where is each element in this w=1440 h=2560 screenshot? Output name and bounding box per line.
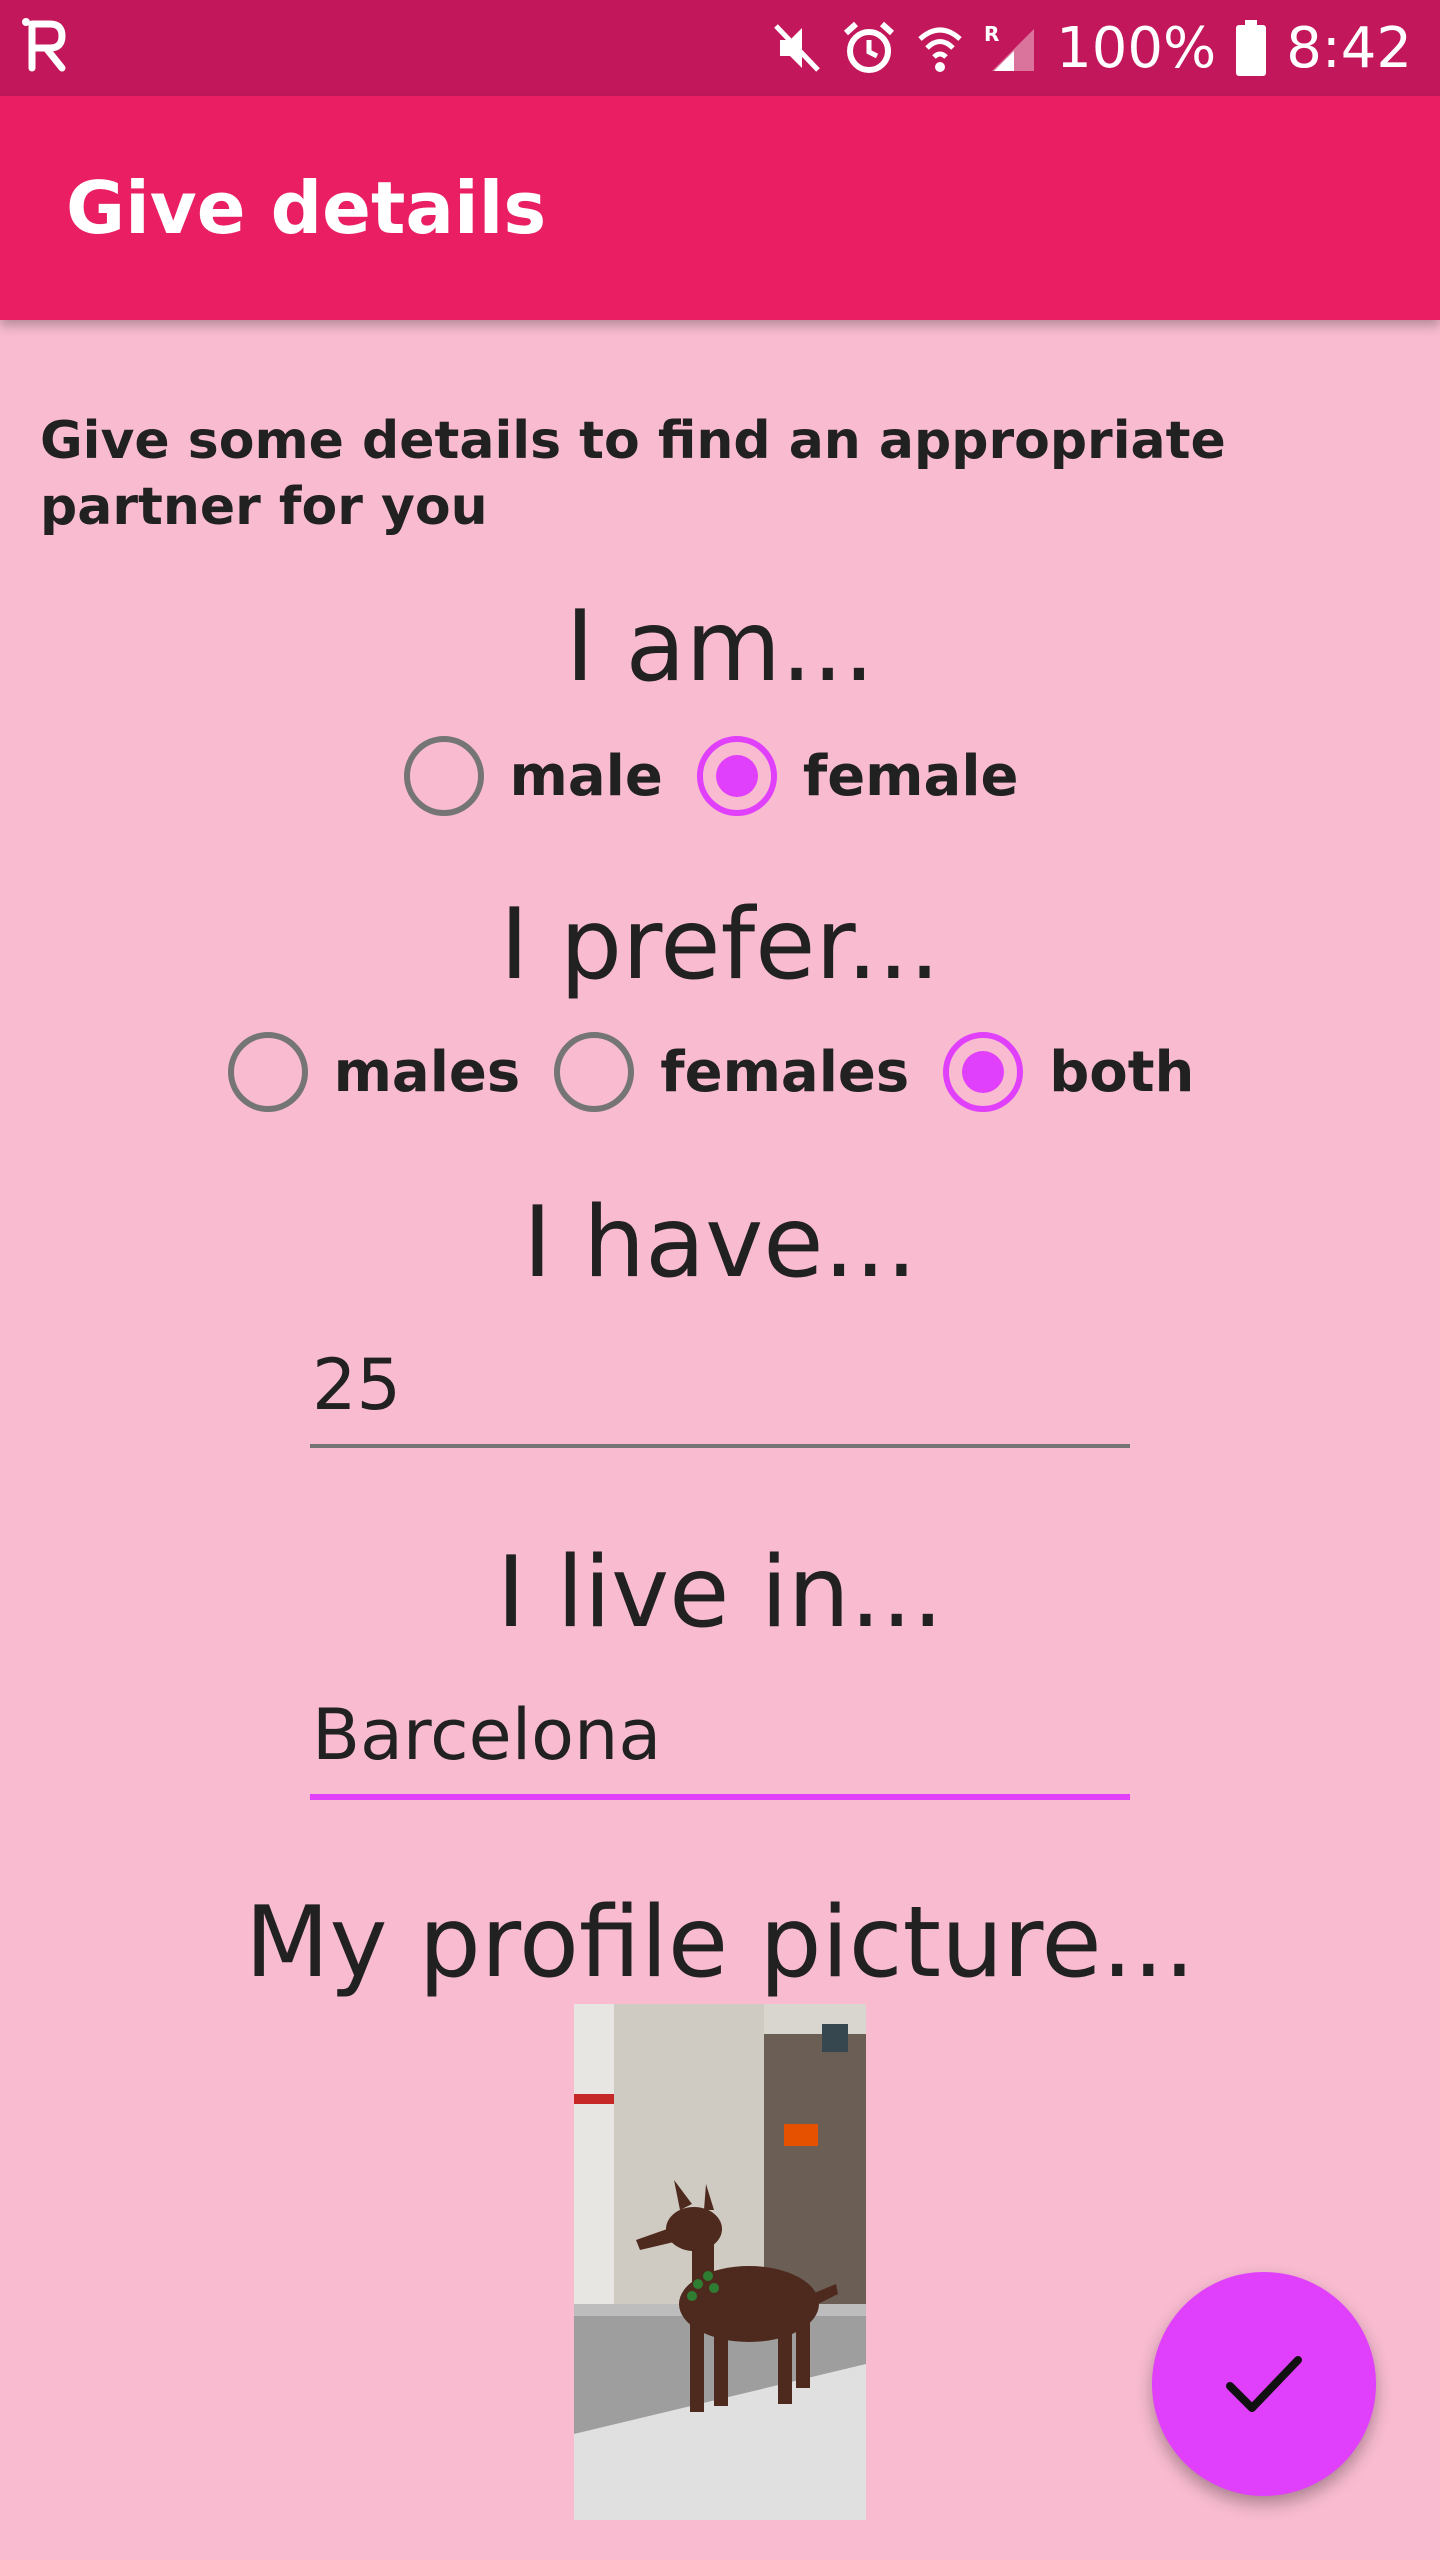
location-input[interactable]	[310, 1694, 1130, 1800]
status-icons: R 100% 8:42	[772, 0, 1412, 96]
location-field	[310, 1694, 1130, 1800]
radio-females[interactable]: females	[546, 1032, 935, 1112]
profile-picture[interactable]	[574, 2004, 866, 2520]
location-heading: I live in...	[496, 1536, 944, 1650]
age-input[interactable]	[310, 1344, 1130, 1448]
battery-percent: 100%	[1056, 15, 1217, 81]
dog-photo	[574, 2004, 866, 2520]
svg-text:R: R	[984, 22, 999, 46]
check-icon	[1226, 2356, 1302, 2412]
picture-heading: My profile picture...	[244, 1886, 1196, 2000]
radio-both[interactable]: both	[935, 1032, 1220, 1112]
signal-icon: R	[984, 22, 1035, 71]
radio-both-circle[interactable]	[943, 1032, 1024, 1112]
mute-icon	[774, 24, 820, 72]
app-bar: Give details	[0, 96, 1440, 320]
preference-radio-group: males females both	[0, 1032, 1440, 1112]
radio-male-label: male	[509, 743, 663, 809]
gender-radio-group: male female	[0, 736, 1440, 816]
radio-males-label: males	[333, 1039, 521, 1105]
page-title: Give details	[66, 166, 547, 250]
clock: 8:42	[1286, 15, 1412, 81]
app-logo-icon	[22, 18, 66, 72]
age-heading: I have...	[523, 1186, 917, 1300]
radio-both-label: both	[1049, 1039, 1195, 1105]
radio-male[interactable]: male	[396, 736, 689, 816]
radio-males[interactable]: males	[220, 1032, 547, 1112]
radio-female[interactable]: female	[689, 736, 1045, 816]
radio-females-circle[interactable]	[554, 1032, 635, 1112]
radio-males-circle[interactable]	[227, 1032, 308, 1112]
gender-heading: I am...	[565, 590, 875, 704]
radio-female-circle[interactable]	[696, 736, 777, 816]
radio-females-label: females	[660, 1039, 910, 1105]
battery-icon	[1236, 20, 1267, 76]
preference-heading: I prefer...	[499, 888, 941, 1002]
alarm-icon	[844, 21, 895, 73]
status-bar: R 100% 8:42	[0, 0, 1440, 96]
confirm-fab[interactable]	[1152, 2272, 1376, 2496]
wifi-icon	[918, 27, 962, 72]
intro-text: Give some details to find an appropriate…	[40, 411, 1226, 537]
radio-female-label: female	[802, 743, 1019, 809]
radio-male-circle[interactable]	[403, 736, 484, 816]
age-field	[310, 1344, 1130, 1448]
